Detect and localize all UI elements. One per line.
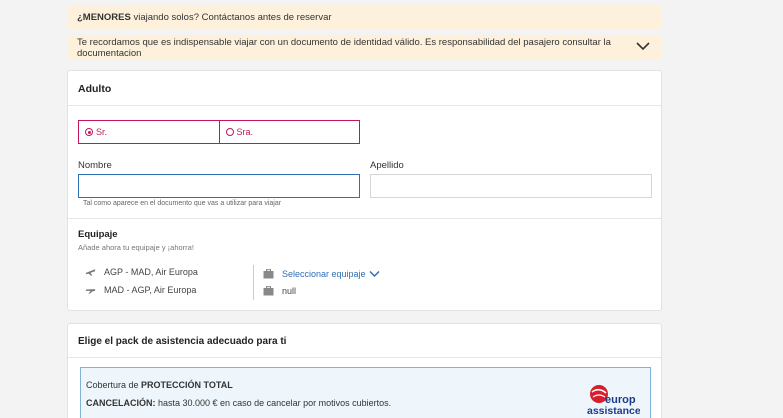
insurance-panel[interactable]: Cobertura de PROTECCIÓN TOTAL CANCELACIÓ… — [80, 367, 651, 418]
radio-unselected-icon — [225, 128, 234, 136]
salutation-mr-label: Sr. — [96, 127, 108, 137]
radio-selected-icon — [85, 128, 93, 136]
logo-word-2: assistance — [587, 405, 640, 417]
baggage-return-value: null — [282, 286, 297, 296]
suitcase-icon — [263, 269, 274, 279]
divider — [68, 218, 661, 219]
cancellation-bold: CANCELACIÓN: — [86, 398, 156, 408]
salutation-mrs-label: Sra. — [236, 127, 254, 137]
salutation-mrs-option[interactable]: Sra. — [218, 121, 360, 143]
first-name-input[interactable] — [78, 174, 360, 198]
select-baggage-link[interactable]: Seleccionar equipaje — [282, 269, 366, 279]
plane-takeoff-icon — [85, 269, 96, 276]
flight-row-outbound: AGP - MAD, Air Europa — [85, 267, 198, 277]
coverage-line: Cobertura de PROTECCIÓN TOTAL — [86, 380, 233, 390]
baggage-title: Equipaje — [78, 229, 118, 240]
minors-banner-text: viajando solos? Contáctanos antes de res… — [130, 11, 332, 23]
europ-assistance-logo: europ assistance — [587, 385, 640, 417]
salutation-mr-option[interactable]: Sr. — [79, 121, 219, 143]
chevron-down-icon[interactable] — [636, 41, 650, 51]
coverage-prefix: Cobertura de — [86, 380, 142, 390]
minors-banner: ¿MENORES viajando solos? Contáctanos ant… — [67, 5, 662, 29]
coverage-bold: PROTECCIÓN TOTAL — [141, 380, 233, 390]
flight-route-return: MAD - AGP, Air Europa — [104, 285, 197, 295]
suitcase-icon — [263, 286, 274, 296]
passenger-card: Adulto Sr. Sra. Nombre Tal como aparece … — [67, 70, 662, 311]
baggage-select-row[interactable]: Seleccionar equipaje — [263, 269, 380, 279]
chevron-down-icon[interactable] — [369, 270, 380, 278]
assistance-title: Elige el pack de asistencia adecuado par… — [78, 336, 287, 347]
id-notice-banner[interactable]: Te recordamos que es indispensable viaja… — [67, 35, 662, 60]
salutation-radio-group: Sr. Sra. — [78, 120, 360, 144]
divider — [68, 357, 661, 358]
divider — [253, 265, 254, 300]
minors-banner-bold: ¿MENORES — [77, 11, 131, 23]
passenger-title: Adulto — [78, 83, 112, 95]
first-name-label: Nombre — [78, 160, 112, 171]
plane-landing-icon — [85, 289, 96, 294]
last-name-label: Apellido — [370, 160, 404, 171]
id-notice-text: Te recordamos que es indispensable viaja… — [77, 36, 611, 59]
baggage-subtitle: Añade ahora tu equipaje y ¡ahorra! — [78, 243, 194, 252]
baggage-return-row: null — [263, 286, 296, 296]
cancellation-text: hasta 30.000 € en caso de cancelar por m… — [155, 398, 392, 408]
divider — [68, 105, 661, 106]
last-name-input[interactable] — [370, 174, 652, 198]
flight-row-return: MAD - AGP, Air Europa — [85, 285, 196, 295]
assistance-card: Elige el pack de asistencia adecuado par… — [67, 323, 662, 418]
cancellation-line: CANCELACIÓN: hasta 30.000 € en caso de c… — [86, 398, 391, 408]
flight-route-outbound: AGP - MAD, Air Europa — [104, 267, 198, 277]
first-name-hint: Tal como aparece en el documento que vas… — [83, 200, 282, 207]
